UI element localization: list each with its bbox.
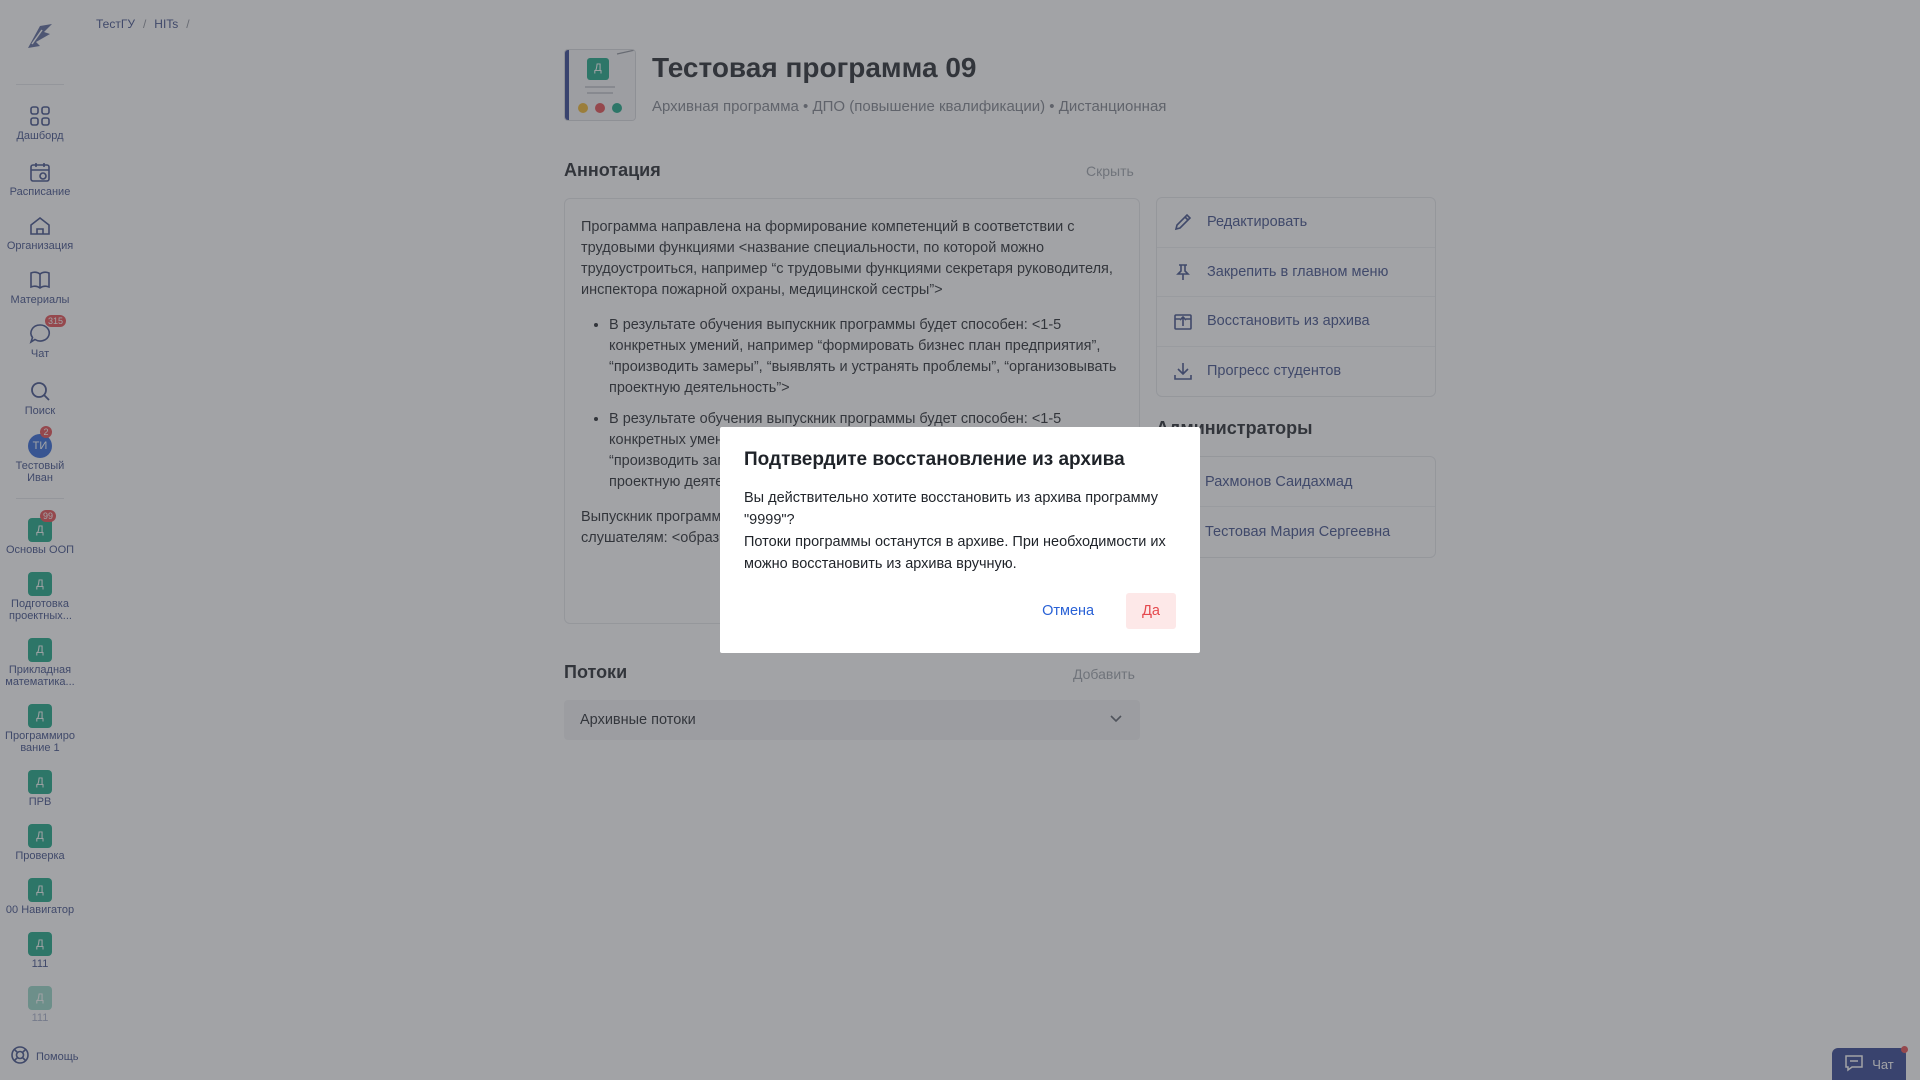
dialog-buttons: Отмена Да <box>1028 593 1176 629</box>
cancel-button[interactable]: Отмена <box>1028 593 1108 629</box>
confirm-button[interactable]: Да <box>1126 593 1176 629</box>
dialog-note: Потоки программы останутся в архиве. При… <box>744 534 1166 572</box>
dialog-title: Подтвердите восстановление из архива <box>744 449 1125 470</box>
restore-confirm-dialog: Подтвердите восстановление из архива Вы … <box>720 427 1200 653</box>
dialog-message: Вы действительно хотите восстановить из … <box>744 490 1158 528</box>
